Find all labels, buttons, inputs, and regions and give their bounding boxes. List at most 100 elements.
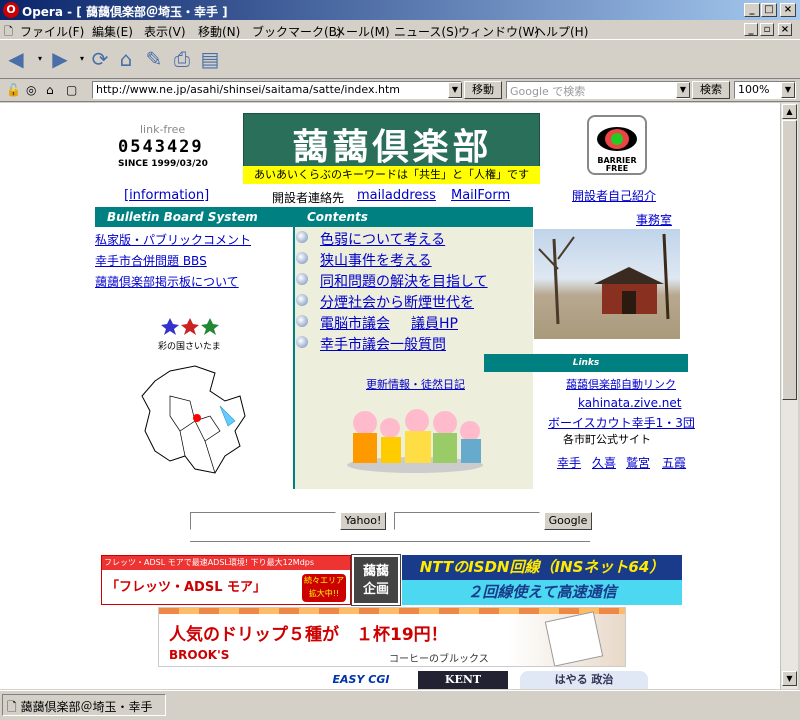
- logo-subtitle: あいあいくらぶのキーワードは「共生」と「人権」です: [243, 166, 540, 184]
- self-intro-link[interactable]: 開設者自己紹介: [572, 187, 656, 204]
- status-bar: 🗋 藹藹倶楽部＠埼玉・幸手: [0, 690, 800, 720]
- isdn-banner-top: NTTのISDN回線（INSネット64）: [402, 555, 682, 580]
- scroll-thumb[interactable]: [782, 120, 797, 400]
- city-link-kuki[interactable]: 久喜: [592, 454, 616, 471]
- adsl-banner[interactable]: フレッツ・ADSL モアで最速ADSL環境! 下り最大12Mdps 「フレッツ・…: [101, 555, 351, 605]
- menu-mail[interactable]: メール(M): [334, 23, 390, 40]
- back-icon[interactable]: ◀: [4, 47, 28, 71]
- google-search-input[interactable]: [394, 512, 540, 530]
- status-title: 藹藹倶楽部＠埼玉・幸手: [20, 700, 153, 714]
- forward-icon[interactable]: ▶: [48, 47, 72, 71]
- brooks-main: 人気のドリップ５種が １杯19円！: [169, 625, 448, 645]
- coffee-cup-icon: [544, 611, 604, 666]
- print-icon[interactable]: ⎙: [170, 47, 194, 71]
- brooks-banner[interactable]: 人気のドリップ５種が １杯19円！ BROOK'S コーヒーのブルックス: [158, 607, 626, 667]
- mailaddress-link[interactable]: mailaddress: [357, 188, 436, 203]
- brooks-sub: コーヒーのブルックス: [389, 654, 489, 665]
- aiai-kikaku-banner[interactable]: 藹藹企画: [351, 554, 401, 606]
- page-viewport: link-free 0543429 SINCE 1999/03/20 藹藹倶楽部…: [0, 103, 780, 689]
- bullet-icon: [296, 315, 308, 327]
- easy-cgi-banner[interactable]: EASY CGI: [325, 671, 397, 689]
- saitama-logo[interactable]: [160, 316, 230, 339]
- kahinata-link[interactable]: kahinata.zive.net: [578, 396, 682, 410]
- lock-icon[interactable]: 🔓: [6, 83, 21, 97]
- page-info-icon[interactable]: ⌂: [46, 83, 54, 97]
- menu-window[interactable]: ウィンドウ(W): [458, 23, 539, 40]
- menu-file[interactable]: ファイル(F): [20, 23, 84, 40]
- search-input[interactable]: Google で検索: [506, 81, 690, 99]
- counter-since: SINCE 1999/03/20: [118, 159, 208, 169]
- zoom-dropdown-icon[interactable]: ▼: [781, 82, 795, 98]
- bullet-icon: [296, 252, 308, 264]
- menu-news[interactable]: ニュース(S): [394, 23, 458, 40]
- google-button[interactable]: Google: [544, 512, 592, 530]
- url-dropdown-icon[interactable]: ▼: [448, 82, 462, 98]
- bullet-icon: [296, 336, 308, 348]
- bullet-icon: [296, 294, 308, 306]
- title-bar[interactable]: O Opera - [ 藹藹倶楽部＠埼玉・幸手 ] _ □ ×: [0, 0, 800, 20]
- information-link[interactable]: [information]: [124, 188, 209, 203]
- boyscout-link[interactable]: ボーイスカウト幸手1・3団: [548, 414, 695, 431]
- menu-navigate[interactable]: 移動(N): [198, 23, 240, 40]
- search-button[interactable]: 検索: [692, 81, 730, 99]
- reload-icon[interactable]: ⟳: [88, 47, 112, 71]
- city-link-goka[interactable]: 五霞: [662, 454, 686, 471]
- camera-icon[interactable]: ◎: [26, 83, 36, 97]
- search-dropdown-icon[interactable]: ▼: [676, 82, 690, 98]
- contents-link-giin-hp[interactable]: 議員HP: [411, 313, 458, 333]
- adsl-banner-top: フレッツ・ADSL モアで最速ADSL環境! 下り最大12Mdps: [102, 556, 350, 570]
- city-link-satte[interactable]: 幸手: [557, 454, 581, 471]
- contents-link-dennou[interactable]: 電脳市議会: [320, 313, 390, 333]
- bullet-icon: [296, 231, 308, 243]
- bbs-link-about[interactable]: 藹藹倶楽部掲示板について: [95, 273, 239, 290]
- counter-label: link-free: [140, 123, 186, 136]
- hotlist-icon[interactable]: ✎: [142, 47, 166, 71]
- child-minimize-icon[interactable]: _: [744, 23, 758, 36]
- maximize-icon[interactable]: □: [761, 3, 777, 17]
- menu-help[interactable]: ヘルプ(H): [534, 23, 588, 40]
- update-info-link[interactable]: 更新情報・徒然日記: [366, 376, 465, 392]
- bbs-link-public-comment[interactable]: 私家版・パブリックコメント: [95, 231, 251, 248]
- contents-link-smoking[interactable]: 分煙社会から断煙世代を: [320, 292, 474, 312]
- office-link[interactable]: 事務室: [636, 211, 672, 228]
- contents-link-sayama[interactable]: 狭山事件を考える: [320, 250, 432, 270]
- minimize-icon[interactable]: _: [744, 3, 760, 17]
- bbs-link-merger[interactable]: 幸手市合併問題 BBS: [95, 252, 207, 269]
- close-icon[interactable]: ×: [780, 3, 796, 17]
- site-logo[interactable]: 藹藹倶楽部: [243, 113, 540, 169]
- copy-icon[interactable]: ▢: [66, 83, 77, 97]
- city-link-washimiya[interactable]: 鷲宮: [626, 454, 650, 471]
- menu-edit[interactable]: 編集(E): [92, 23, 133, 40]
- kent-banner[interactable]: KENT: [418, 671, 508, 689]
- scroll-up-icon[interactable]: ▲: [782, 104, 797, 119]
- divider: [190, 541, 590, 542]
- auto-link[interactable]: 藹藹倶楽部自動リンク: [566, 376, 676, 392]
- contact-label: 開設者連絡先: [272, 191, 345, 205]
- yahoo-button[interactable]: Yahoo!: [340, 512, 386, 530]
- saitama-map[interactable]: [140, 361, 250, 482]
- menu-view[interactable]: 表示(V): [144, 23, 186, 40]
- barrier-free-badge[interactable]: BARRIER FREE: [587, 115, 647, 175]
- contents-link-shigikai[interactable]: 幸手市議会一般質問: [320, 334, 446, 354]
- mailform-link[interactable]: MailForm: [451, 188, 510, 203]
- menu-bar: 🗋 ファイル(F) 編集(E) 表示(V) 移動(N) ブックマーク(B) メー…: [0, 20, 800, 40]
- contents-link-dowa[interactable]: 同和問題の解決を目指して: [320, 271, 488, 291]
- yahoo-search-input[interactable]: [190, 512, 336, 530]
- isdn-banner[interactable]: NTTのISDN回線（INSネット64） ２回線使えて高速通信: [402, 555, 682, 605]
- family-illustration: [345, 403, 485, 476]
- vertical-scrollbar[interactable]: ▲ ▼: [780, 103, 798, 689]
- isdn-banner-bottom: ２回線使えて高速通信: [467, 583, 617, 601]
- menu-bookmarks[interactable]: ブックマーク(B): [252, 23, 342, 40]
- adsl-banner-main: 「フレッツ・ADSL モア」: [106, 580, 267, 595]
- politics-banner[interactable]: はやる 政治: [520, 671, 648, 689]
- home-icon[interactable]: ⌂: [114, 47, 138, 71]
- url-input[interactable]: http://www.ne.jp/asahi/shinsei/saitama/s…: [92, 81, 462, 99]
- child-close-icon[interactable]: ×: [778, 23, 792, 36]
- scroll-down-icon[interactable]: ▼: [782, 671, 797, 686]
- go-button[interactable]: 移動: [464, 81, 502, 99]
- notes-icon[interactable]: ▤: [198, 47, 222, 71]
- child-restore-icon[interactable]: ▫: [760, 23, 774, 36]
- contents-link-color-blind[interactable]: 色弱について考える: [320, 229, 445, 249]
- opera-o-icon[interactable]: O: [3, 2, 19, 18]
- bullet-icon: [296, 273, 308, 285]
